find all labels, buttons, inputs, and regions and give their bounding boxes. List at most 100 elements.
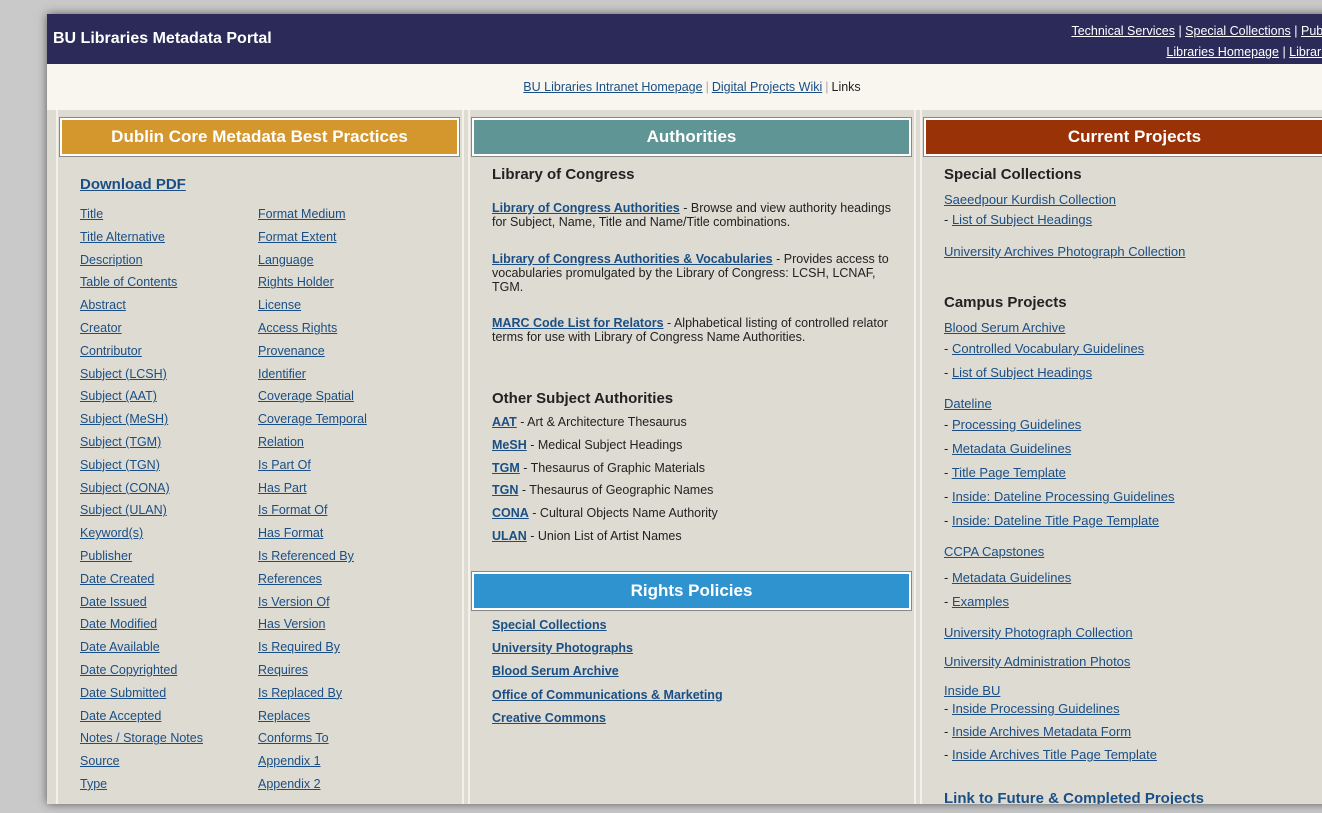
list-item-link[interactable]: Creative Commons [492,711,606,725]
list-item-link[interactable]: Appendix 2 [258,777,321,791]
list-item-link[interactable]: Coverage Spatial [258,389,354,403]
blood-vocab-link[interactable]: Controlled Vocabulary Guidelines [952,341,1144,356]
list-item-link[interactable]: Notes / Storage Notes [80,731,203,745]
list-item-link[interactable]: Table of Contents [80,275,177,289]
archives-photo-link[interactable]: University Archives Photograph Collectio… [944,244,1322,259]
list-item-link[interactable]: Is Version Of [258,595,330,609]
list-item-link[interactable]: Appendix 1 [258,754,321,768]
list-item-link[interactable]: Date Available [80,640,160,654]
future-projects-link[interactable]: Link to Future & Completed Projects [944,790,1322,804]
list-item-link[interactable]: Is Required By [258,640,340,654]
list-item-link[interactable]: ULAN [492,529,527,543]
ccpa-examples-link[interactable]: Examples [952,594,1009,609]
loc-vocabularies-link[interactable]: Library of Congress Authorities & Vocabu… [492,252,773,266]
list-item-link[interactable]: Office of Communications & Marketing [492,688,723,702]
list-item-link[interactable]: Date Accepted [80,709,161,723]
list-item-link[interactable]: Title [80,207,103,221]
list-item-link[interactable]: Is Replaced By [258,686,342,700]
download-pdf-link[interactable]: Download PDF [80,176,186,193]
list-item-link[interactable]: Requires [258,663,308,677]
list-item-link[interactable]: Subject (ULAN) [80,503,167,517]
list-item-link[interactable]: Contributor [80,344,142,358]
inside-title-page-link[interactable]: Inside Archives Title Page Template [952,747,1157,762]
dc-fields-left: Title Title Alternative Description Table o… [80,205,203,798]
loc-authorities-link[interactable]: Library of Congress Authorities [492,201,680,215]
list-item-link[interactable]: License [258,298,301,312]
sub-item: - Inside Archives Metadata Form [944,724,1322,739]
list-item-link[interactable]: Description [80,253,143,267]
list-item-link[interactable]: Title Alternative [80,230,165,244]
list-item-link[interactable]: Rights Holder [258,275,334,289]
list-item-link[interactable]: Blood Serum Archive [492,664,619,678]
inside-dateline-processing-link[interactable]: Inside: Dateline Processing Guidelines [952,489,1175,504]
header-links: Technical Services | Special Collections… [947,21,1322,63]
list-item-link[interactable]: Conforms To [258,731,329,745]
list-item-link[interactable]: Type [80,777,107,791]
blood-subject-headings-link[interactable]: List of Subject Headings [952,365,1092,380]
list-item-link[interactable]: Has Format [258,526,323,540]
univ-admin-link[interactable]: University Administration Photos [944,654,1322,669]
ccpa-capstones-link[interactable]: CCPA Capstones [944,544,1322,559]
saeedpour-subject-headings-link[interactable]: List of Subject Headings [952,212,1092,227]
list-item-link[interactable]: Abstract [80,298,126,312]
dateline-title-page-link[interactable]: Title Page Template [952,465,1066,480]
dateline-processing-link[interactable]: Processing Guidelines [952,417,1081,432]
saeedpour-link[interactable]: Saeedpour Kurdish Collection [944,192,1322,207]
list-item-link[interactable]: Subject (TGN) [80,458,160,472]
list-item-link[interactable]: Replaces [258,709,310,723]
list-item-link[interactable]: University Photographs [492,641,633,655]
list-item-link[interactable]: Relation [258,435,304,449]
list-item-link[interactable]: MeSH [492,438,527,452]
list-item-link[interactable]: Date Modified [80,617,157,631]
list-item-link[interactable]: Date Issued [80,595,147,609]
list-item-link[interactable]: Is Referenced By [258,549,354,563]
dateline-metadata-link[interactable]: Metadata Guidelines [952,441,1071,456]
list-item-link[interactable]: Subject (MeSH) [80,412,168,426]
list-item-link[interactable]: Has Part [258,481,307,495]
list-item-link[interactable]: Publisher [80,549,132,563]
list-item-link[interactable]: Provenance [258,344,325,358]
marc-relators-link[interactable]: MARC Code List for Relators [492,316,664,330]
list-item-link[interactable]: Format Extent [258,230,337,244]
blood-serum-link[interactable]: Blood Serum Archive [944,320,1322,335]
list-item-link[interactable]: Identifier [258,367,306,381]
list-item-link[interactable]: Date Created [80,572,154,586]
list-item-link[interactable]: Is Format Of [258,503,327,517]
inside-metadata-form-link[interactable]: Inside Archives Metadata Form [952,724,1131,739]
inside-processing-link[interactable]: Inside Processing Guidelines [952,701,1120,716]
list-item-link[interactable]: TGM [492,461,520,475]
special-collections-link[interactable]: Special Collections [1185,24,1291,38]
list-item-link[interactable]: Format Medium [258,207,346,221]
public-services-link[interactable]: Public Servi [1301,24,1322,38]
list-item-link[interactable]: Subject (TGM) [80,435,161,449]
list-item-link[interactable]: Date Submitted [80,686,166,700]
list-item-link[interactable]: Is Part Of [258,458,311,472]
list-item-link[interactable]: Subject (CONA) [80,481,170,495]
list-item-link[interactable]: Language [258,253,314,267]
inside-bu-link[interactable]: Inside BU [944,683,1322,698]
list-item-link[interactable]: Keyword(s) [80,526,143,540]
ccpa-metadata-link[interactable]: Metadata Guidelines [952,570,1071,585]
univ-photo-link[interactable]: University Photograph Collection [944,625,1322,640]
list-item-link[interactable]: CONA [492,506,529,520]
list-item-link[interactable]: Date Copyrighted [80,663,177,677]
list-item-link[interactable]: AAT [492,415,517,429]
list-item-link[interactable]: References [258,572,322,586]
dateline-link[interactable]: Dateline [944,396,1322,411]
list-item-link[interactable]: Subject (LCSH) [80,367,167,381]
list-item-link[interactable]: Creator [80,321,122,335]
intranet-homepage-link[interactable]: BU Libraries Intranet Homepage [523,80,702,94]
list-item-link[interactable]: Has Version [258,617,325,631]
digital-projects-wiki-link[interactable]: Digital Projects Wiki [712,80,822,94]
list-item-link[interactable]: Special Collections [492,618,607,632]
list-item-desc: - Cultural Objects Name Authority [528,506,718,521]
technical-services-link[interactable]: Technical Services [1071,24,1175,38]
inside-dateline-title-link[interactable]: Inside: Dateline Title Page Template [952,513,1159,528]
list-item-link[interactable]: Access Rights [258,321,337,335]
libraries-catalog-link[interactable]: Libraries Cata [1289,45,1322,59]
list-item-link[interactable]: Source [80,754,120,768]
list-item-link[interactable]: Coverage Temporal [258,412,367,426]
list-item-link[interactable]: TGN [492,483,518,497]
libraries-homepage-link[interactable]: Libraries Homepage [1166,45,1279,59]
list-item-link[interactable]: Subject (AAT) [80,389,157,403]
